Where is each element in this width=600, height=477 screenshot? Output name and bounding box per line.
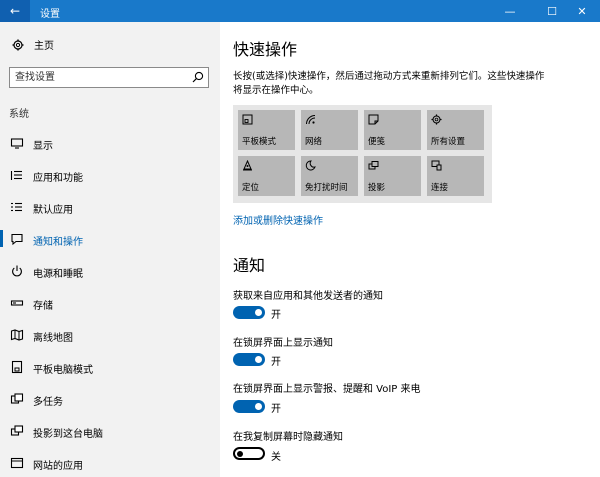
setting-label: 获取来自应用和其他发送者的通知: [233, 291, 383, 302]
section-label: 系统: [9, 109, 29, 120]
list-default-icon: [11, 202, 22, 212]
sidebar-item-power[interactable]: 电源和睡眠: [0, 258, 220, 284]
quick-action-label: 免打扰时间: [305, 183, 348, 193]
gear-icon: [12, 39, 24, 50]
toggle-lock-screen-notifications[interactable]: [233, 353, 265, 366]
toggle-state: 开: [271, 310, 281, 321]
toggle-knob: [237, 450, 243, 457]
notifications-heading: 通知: [233, 256, 266, 275]
quick-action-connect[interactable]: 连接: [427, 156, 484, 196]
network-icon: [306, 115, 316, 125]
sidebar-item-project[interactable]: 投影到这台电脑: [0, 418, 220, 444]
sidebar-item-label: 多任务: [33, 397, 63, 408]
quick-action-network[interactable]: 网络: [301, 110, 358, 150]
toggle-state: 关: [271, 452, 281, 463]
search-box[interactable]: [9, 67, 209, 88]
close-button[interactable]: ✕: [564, 0, 600, 22]
maximize-icon: ☐: [547, 4, 557, 18]
tablet-icon: [11, 360, 23, 374]
toggle-app-notifications[interactable]: [233, 306, 265, 319]
minimize-button[interactable]: —: [492, 0, 528, 22]
power-icon: [12, 265, 22, 277]
sidebar-item-label: 离线地图: [33, 333, 73, 344]
quick-action-note[interactable]: 便笺: [364, 110, 421, 150]
minimize-icon: —: [504, 4, 516, 18]
sidebar-item-label: 通知和操作: [33, 237, 83, 248]
title-bar: ← 设置 — ☐ ✕: [0, 0, 600, 22]
quick-action-all-settings[interactable]: 所有设置: [427, 110, 484, 150]
connect-icon: [431, 160, 442, 171]
toggle-state: 开: [271, 404, 281, 415]
message-icon: [11, 233, 23, 246]
sidebar-item-default-apps[interactable]: 默认应用: [0, 194, 220, 220]
toggle-lock-screen-alarms[interactable]: [233, 400, 265, 413]
toggle-knob: [255, 356, 262, 363]
storage-icon: [10, 300, 24, 306]
multitask-icon: [10, 393, 24, 404]
sidebar-item-apps[interactable]: 应用和功能: [0, 162, 220, 188]
quick-action-label: 便笺: [368, 137, 386, 147]
sidebar-item-label: 投影到这台电脑: [33, 429, 103, 440]
sidebar-item-label: 默认应用: [33, 205, 73, 216]
sidebar-item-storage[interactable]: 存储: [0, 290, 220, 316]
back-button[interactable]: ←: [0, 0, 30, 22]
setting-label: 在我复制屏幕时隐藏通知: [233, 432, 343, 443]
map-icon: [10, 329, 24, 341]
project-icon: [10, 425, 24, 436]
setting-label: 在锁屏界面上显示警报、提醒和 VoIP 来电: [233, 384, 421, 395]
close-icon: ✕: [577, 4, 587, 18]
window-title: 设置: [40, 9, 60, 20]
quick-actions-description: 长按(或选择)快速操作，然后通过拖动方式来重新排列它们。这些快速操作将显示在操作…: [233, 71, 545, 96]
search-input[interactable]: [15, 68, 185, 87]
list-icon: [10, 170, 22, 180]
sidebar-item-label: 电源和睡眠: [33, 269, 83, 280]
quick-action-label: 所有设置: [431, 137, 466, 147]
sidebar-item-label: 网站的应用: [33, 461, 83, 472]
quick-action-label: 连接: [431, 183, 449, 193]
moon-icon: [305, 160, 316, 171]
toggle-hide-when-duplicating[interactable]: [233, 447, 265, 460]
note-icon: [368, 114, 379, 125]
sidebar-item-multitasking[interactable]: 多任务: [0, 386, 220, 412]
toggle-knob: [255, 403, 262, 410]
sidebar: 主页 系统 显示 应用和功能 默认应用 通知和操作 电源和睡眠 存储 离线地图: [0, 22, 220, 477]
quick-action-label: 定位: [242, 183, 260, 193]
sidebar-item-tablet-mode[interactable]: 平板电脑模式: [0, 354, 220, 380]
back-arrow-icon: ←: [9, 4, 21, 18]
quick-action-tablet-mode[interactable]: 平板模式: [238, 110, 295, 150]
project-icon: [368, 161, 379, 170]
sidebar-item-offline-maps[interactable]: 离线地图: [0, 322, 220, 348]
gear-icon: [431, 114, 442, 125]
quick-actions-grid: 平板模式 网络 便笺 所有设置 定位 免打扰时间 投影 连接: [233, 105, 492, 203]
quick-actions-heading: 快速操作: [233, 40, 298, 59]
quick-action-quiet-hours[interactable]: 免打扰时间: [301, 156, 358, 196]
search-icon[interactable]: [192, 71, 204, 83]
toggle-knob: [255, 309, 262, 316]
sidebar-item-display[interactable]: 显示: [0, 130, 220, 156]
quick-action-label: 平板模式: [242, 137, 277, 147]
sidebar-item-label: 平板电脑模式: [33, 365, 93, 376]
quick-action-label: 投影: [368, 183, 386, 193]
monitor-icon: [10, 138, 24, 149]
home-label: 主页: [34, 41, 54, 52]
location-icon: [243, 160, 252, 171]
sidebar-item-apps-for-websites[interactable]: 网站的应用: [0, 450, 220, 476]
quick-action-project[interactable]: 投影: [364, 156, 421, 196]
sidebar-item-label: 存储: [33, 301, 53, 312]
home-link[interactable]: 主页: [12, 37, 54, 52]
sidebar-item-notifications[interactable]: 通知和操作: [0, 226, 220, 252]
sidebar-item-label: 应用和功能: [33, 173, 83, 184]
web-icon: [10, 457, 24, 469]
quick-action-location[interactable]: 定位: [238, 156, 295, 196]
tablet-mode-icon: [242, 114, 253, 125]
setting-label: 在锁屏界面上显示通知: [233, 338, 333, 349]
quick-action-label: 网络: [305, 137, 323, 147]
edit-quick-actions-link[interactable]: 添加或删除快速操作: [233, 212, 323, 227]
main-content: 快速操作 长按(或选择)快速操作，然后通过拖动方式来重新排列它们。这些快速操作将…: [220, 22, 600, 477]
sidebar-item-label: 显示: [33, 141, 53, 152]
toggle-state: 开: [271, 357, 281, 368]
